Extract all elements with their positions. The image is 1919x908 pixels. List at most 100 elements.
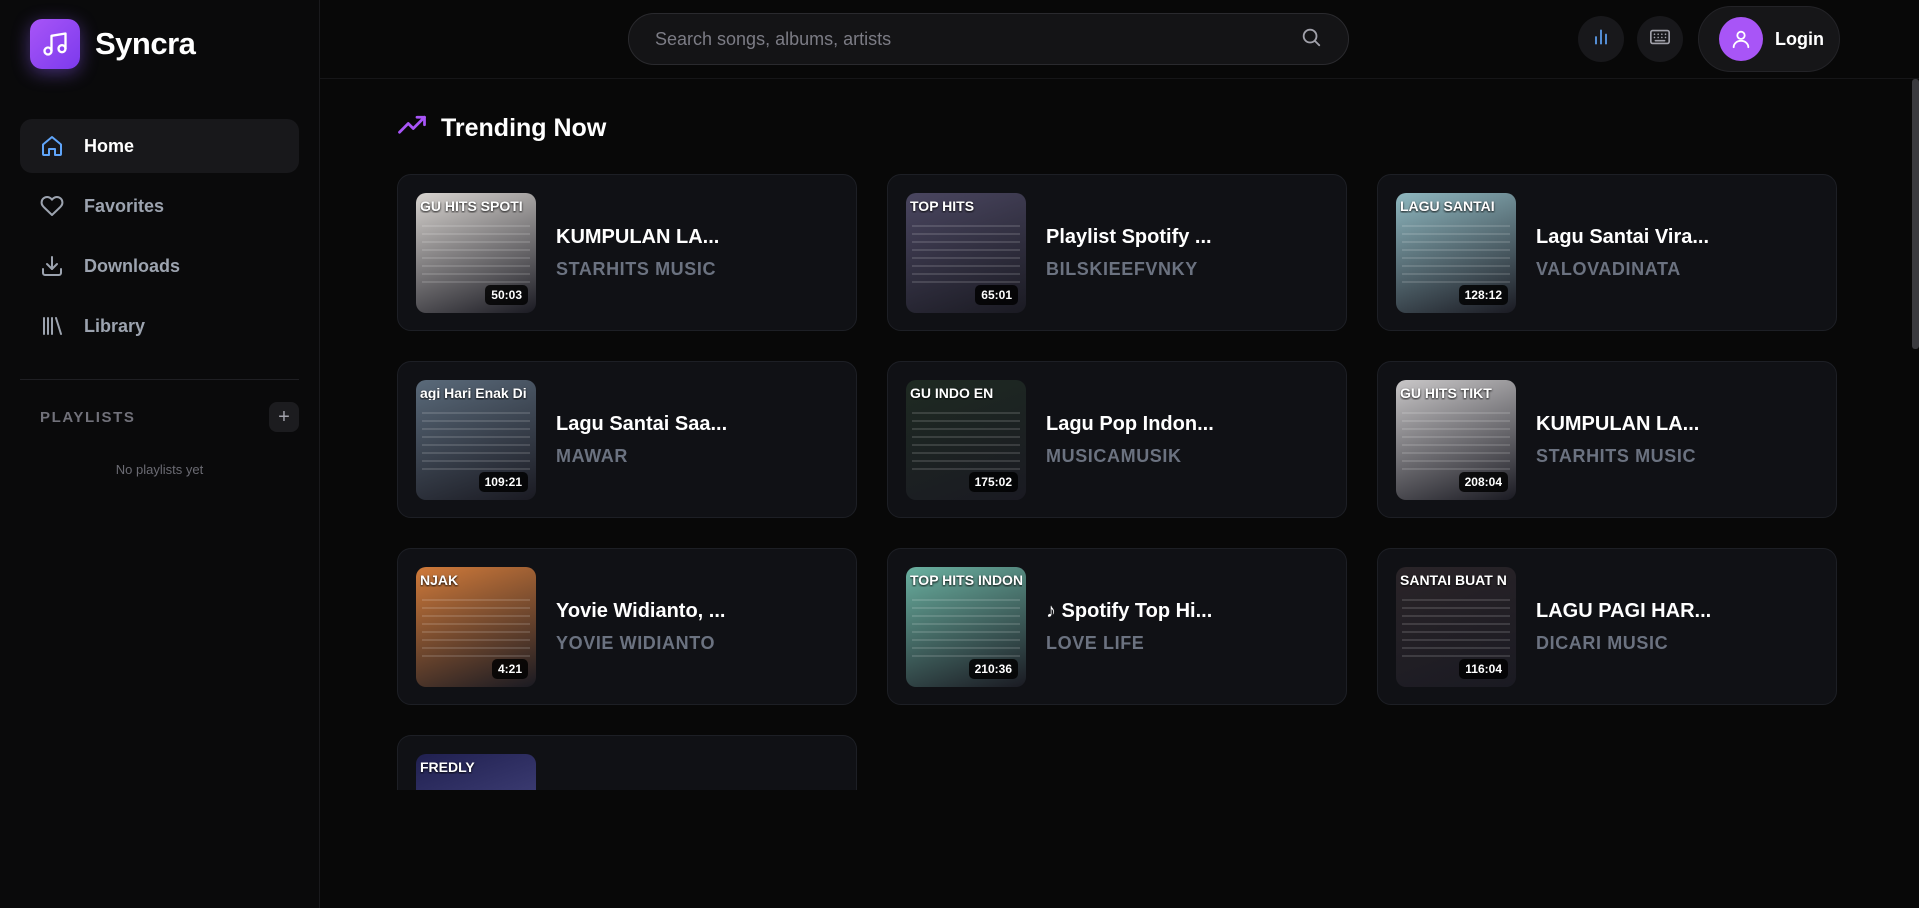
track-card[interactable]: SANTAI BUAT N 116:04 LAGU PAGI HAR... DICAR… xyxy=(1377,548,1837,705)
thumbnail-text: GU HITS SPOTI xyxy=(420,198,523,213)
track-card[interactable]: agi Hari Enak Di 109:21 Lagu Santai Saa...… xyxy=(397,361,857,518)
duration-badge: 128:12 xyxy=(1458,284,1508,305)
track-card[interactable]: LAGU SANTAI 128:12 Lagu Santai Vira... VALO… xyxy=(1377,174,1837,331)
track-thumbnail: FREDLY xyxy=(416,754,536,790)
track-title: KUMPULAN LA... xyxy=(556,225,720,248)
track-thumbnail: GU HITS TIKT 208:04 xyxy=(1396,379,1516,500)
track-card[interactable]: GU HITS SPOTI 50:03 KUMPULAN LA... STARHITS… xyxy=(397,174,857,331)
sidebar-item-label: Home xyxy=(84,135,135,156)
search-bar[interactable] xyxy=(628,13,1349,65)
thumbnail-tracklist xyxy=(422,224,530,285)
brand-name: Syncra xyxy=(95,26,196,61)
add-playlist-button[interactable]: + xyxy=(269,402,299,432)
thumbnail-text: TOP HITS INDONES xyxy=(910,572,1022,587)
sidebar-item-home[interactable]: Home xyxy=(20,119,299,173)
sidebar: Syncra Home Favorites Downloads Library … xyxy=(0,0,320,908)
track-card[interactable]: GU HITS TIKT 208:04 KUMPULAN LA... STARHITS… xyxy=(1377,361,1837,518)
thumbnail-text: GU INDO EN xyxy=(910,385,994,400)
sidebar-item-label: Library xyxy=(84,315,146,336)
thumbnail-text: GU HITS TIKT xyxy=(1400,385,1492,400)
track-artist: STARHITS MUSIC xyxy=(1536,445,1697,466)
search-icon[interactable] xyxy=(1300,26,1322,53)
track-artist: VALOVADINATA xyxy=(1536,258,1681,279)
track-title: Lagu Santai Saa... xyxy=(556,412,728,435)
user-icon xyxy=(1719,17,1763,61)
playlists-empty-text: No playlists yet xyxy=(115,462,204,477)
duration-badge: 208:04 xyxy=(1458,471,1508,492)
thumbnail-tracklist xyxy=(1402,411,1510,472)
track-artist: BILSKIEEFVNKY xyxy=(1046,258,1198,279)
track-card[interactable]: TOP HITS 65:01 Playlist Spotify ... BILSKIE… xyxy=(887,174,1347,331)
track-artist: LOVE LIFE xyxy=(1046,632,1145,653)
track-thumbnail: NJAK 4:21 xyxy=(416,566,536,687)
track-artist: STARHITS MUSIC xyxy=(556,258,717,279)
duration-badge: 210:36 xyxy=(968,658,1018,679)
track-card[interactable]: GU INDO EN 175:02 Lagu Pop Indon... MUSICAM… xyxy=(887,361,1347,518)
track-card[interactable]: NJAK 4:21 Yovie Widianto, ... YOVIE WIDIANT… xyxy=(397,548,857,705)
sidebar-item-label: Favorites xyxy=(84,195,165,216)
track-card[interactable]: TOP HITS INDONES 210:36 ♪ Spotify Top Hi..… xyxy=(887,548,1347,705)
music-note-icon xyxy=(30,19,80,69)
thumbnail-tracklist xyxy=(912,411,1020,472)
duration-badge: 109:21 xyxy=(478,471,528,492)
sidebar-item-favorites[interactable]: Favorites xyxy=(20,179,299,233)
duration-badge: 175:02 xyxy=(968,471,1018,492)
library-icon xyxy=(39,313,65,339)
track-info: ♪ Spotify Top Hi... LOVE LIFE xyxy=(1046,600,1212,654)
thumbnail-tracklist xyxy=(422,411,530,472)
track-artist: DICARI MUSIC xyxy=(1536,632,1669,653)
track-thumbnail: TOP HITS INDONES 210:36 xyxy=(906,566,1026,687)
sidebar-nav: Home Favorites Downloads Library xyxy=(0,88,319,353)
sidebar-item-library[interactable]: Library xyxy=(20,299,299,353)
track-title: Playlist Spotify ... xyxy=(1046,225,1212,248)
main-content: Login Trending Now GU HITS SPOTI 50:03 KUM… xyxy=(320,0,1919,908)
thumbnail-tracklist xyxy=(422,598,530,659)
thumbnail-tracklist xyxy=(912,598,1020,659)
search-input[interactable] xyxy=(655,28,1300,50)
track-title: LAGU PAGI HAR... xyxy=(1536,599,1712,622)
scrollbar[interactable] xyxy=(1912,79,1919,349)
track-info: Lagu Pop Indon... MUSICAMUSIK xyxy=(1046,413,1214,467)
thumbnail-tracklist xyxy=(1402,598,1510,659)
track-thumbnail: GU INDO EN 175:02 xyxy=(906,379,1026,500)
track-info: KUMPULAN LA... STARHITS MUSIC xyxy=(556,226,719,280)
login-label: Login xyxy=(1775,28,1824,49)
track-thumbnail: TOP HITS 65:01 xyxy=(906,192,1026,313)
sidebar-item-downloads[interactable]: Downloads xyxy=(20,239,299,293)
brand[interactable]: Syncra xyxy=(0,0,319,88)
track-info: Lagu Santai Saa... MAWAR xyxy=(556,413,727,467)
playlists-header: PLAYLISTS + xyxy=(0,402,319,432)
login-button[interactable]: Login xyxy=(1698,6,1840,72)
equalizer-button[interactable] xyxy=(1578,16,1624,62)
heart-icon xyxy=(39,193,65,219)
home-icon xyxy=(39,133,65,159)
duration-badge: 116:04 xyxy=(1459,658,1508,679)
section-header: Trending Now xyxy=(397,111,606,146)
track-title: Lagu Pop Indon... xyxy=(1046,412,1214,435)
thumbnail-text: agi Hari Enak Di xyxy=(420,385,527,400)
track-thumbnail: agi Hari Enak Di 109:21 xyxy=(416,379,536,500)
trending-up-icon xyxy=(397,111,427,146)
track-title: ♪ Spotify Top Hi... xyxy=(1046,599,1213,622)
track-artist: MUSICAMUSIK xyxy=(1046,445,1182,466)
section-title: Trending Now xyxy=(441,114,607,142)
sidebar-divider xyxy=(20,379,299,380)
track-title: Lagu Santai Vira... xyxy=(1536,225,1710,248)
duration-badge: 65:01 xyxy=(975,284,1018,305)
track-info: KUMPULAN LA... STARHITS MUSIC xyxy=(1536,413,1699,467)
thumbnail-text: TOP HITS xyxy=(910,198,975,213)
keyboard-shortcuts-button[interactable] xyxy=(1637,16,1683,62)
track-info: Lagu Santai Vira... VALOVADINATA xyxy=(1536,226,1709,280)
track-card-partial[interactable]: FREDLY xyxy=(397,735,857,790)
download-icon xyxy=(39,253,65,279)
track-thumbnail: LAGU SANTAI 128:12 xyxy=(1396,192,1516,313)
thumbnail-text: NJAK xyxy=(420,572,459,587)
playlists-title: PLAYLISTS xyxy=(40,408,136,426)
track-thumbnail: GU HITS SPOTI 50:03 xyxy=(416,192,536,313)
thumbnail-text: LAGU SANTAI xyxy=(1400,198,1495,213)
thumbnail-tracklist xyxy=(1402,224,1510,285)
duration-badge: 50:03 xyxy=(485,284,528,305)
equalizer-icon xyxy=(1591,27,1611,52)
duration-badge: 4:21 xyxy=(491,658,528,679)
track-info: Yovie Widianto, ... YOVIE WIDIANTO xyxy=(556,600,725,654)
